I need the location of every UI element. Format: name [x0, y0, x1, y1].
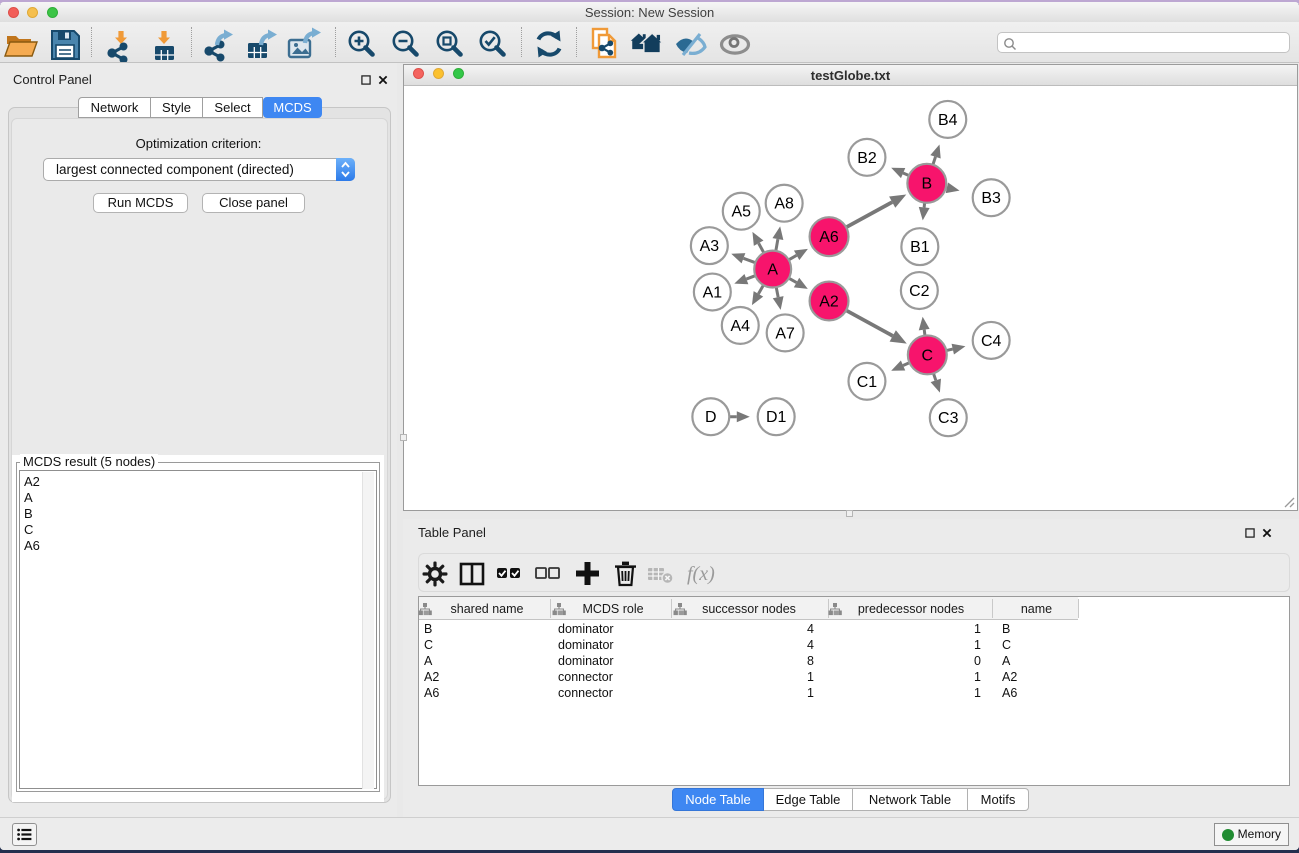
svg-text:A3: A3 — [700, 238, 720, 255]
svg-text:B2: B2 — [857, 150, 877, 167]
svg-text:C2: C2 — [909, 283, 930, 300]
svg-text:A4: A4 — [731, 318, 751, 335]
svg-text:A: A — [767, 262, 778, 279]
svg-text:B1: B1 — [910, 239, 930, 256]
svg-text:B3: B3 — [981, 190, 1001, 207]
svg-text:C3: C3 — [938, 410, 959, 427]
svg-text:D: D — [705, 409, 717, 426]
svg-text:C: C — [922, 347, 934, 364]
svg-text:A7: A7 — [775, 325, 795, 342]
svg-text:B4: B4 — [938, 112, 958, 129]
svg-text:A8: A8 — [774, 196, 794, 213]
svg-text:A2: A2 — [819, 293, 839, 310]
svg-text:A5: A5 — [732, 204, 752, 221]
svg-text:A6: A6 — [819, 229, 839, 246]
svg-text:C1: C1 — [857, 374, 878, 391]
svg-text:D1: D1 — [766, 409, 787, 426]
svg-text:B: B — [921, 176, 932, 193]
svg-text:A1: A1 — [703, 285, 723, 302]
svg-text:C4: C4 — [981, 333, 1002, 350]
